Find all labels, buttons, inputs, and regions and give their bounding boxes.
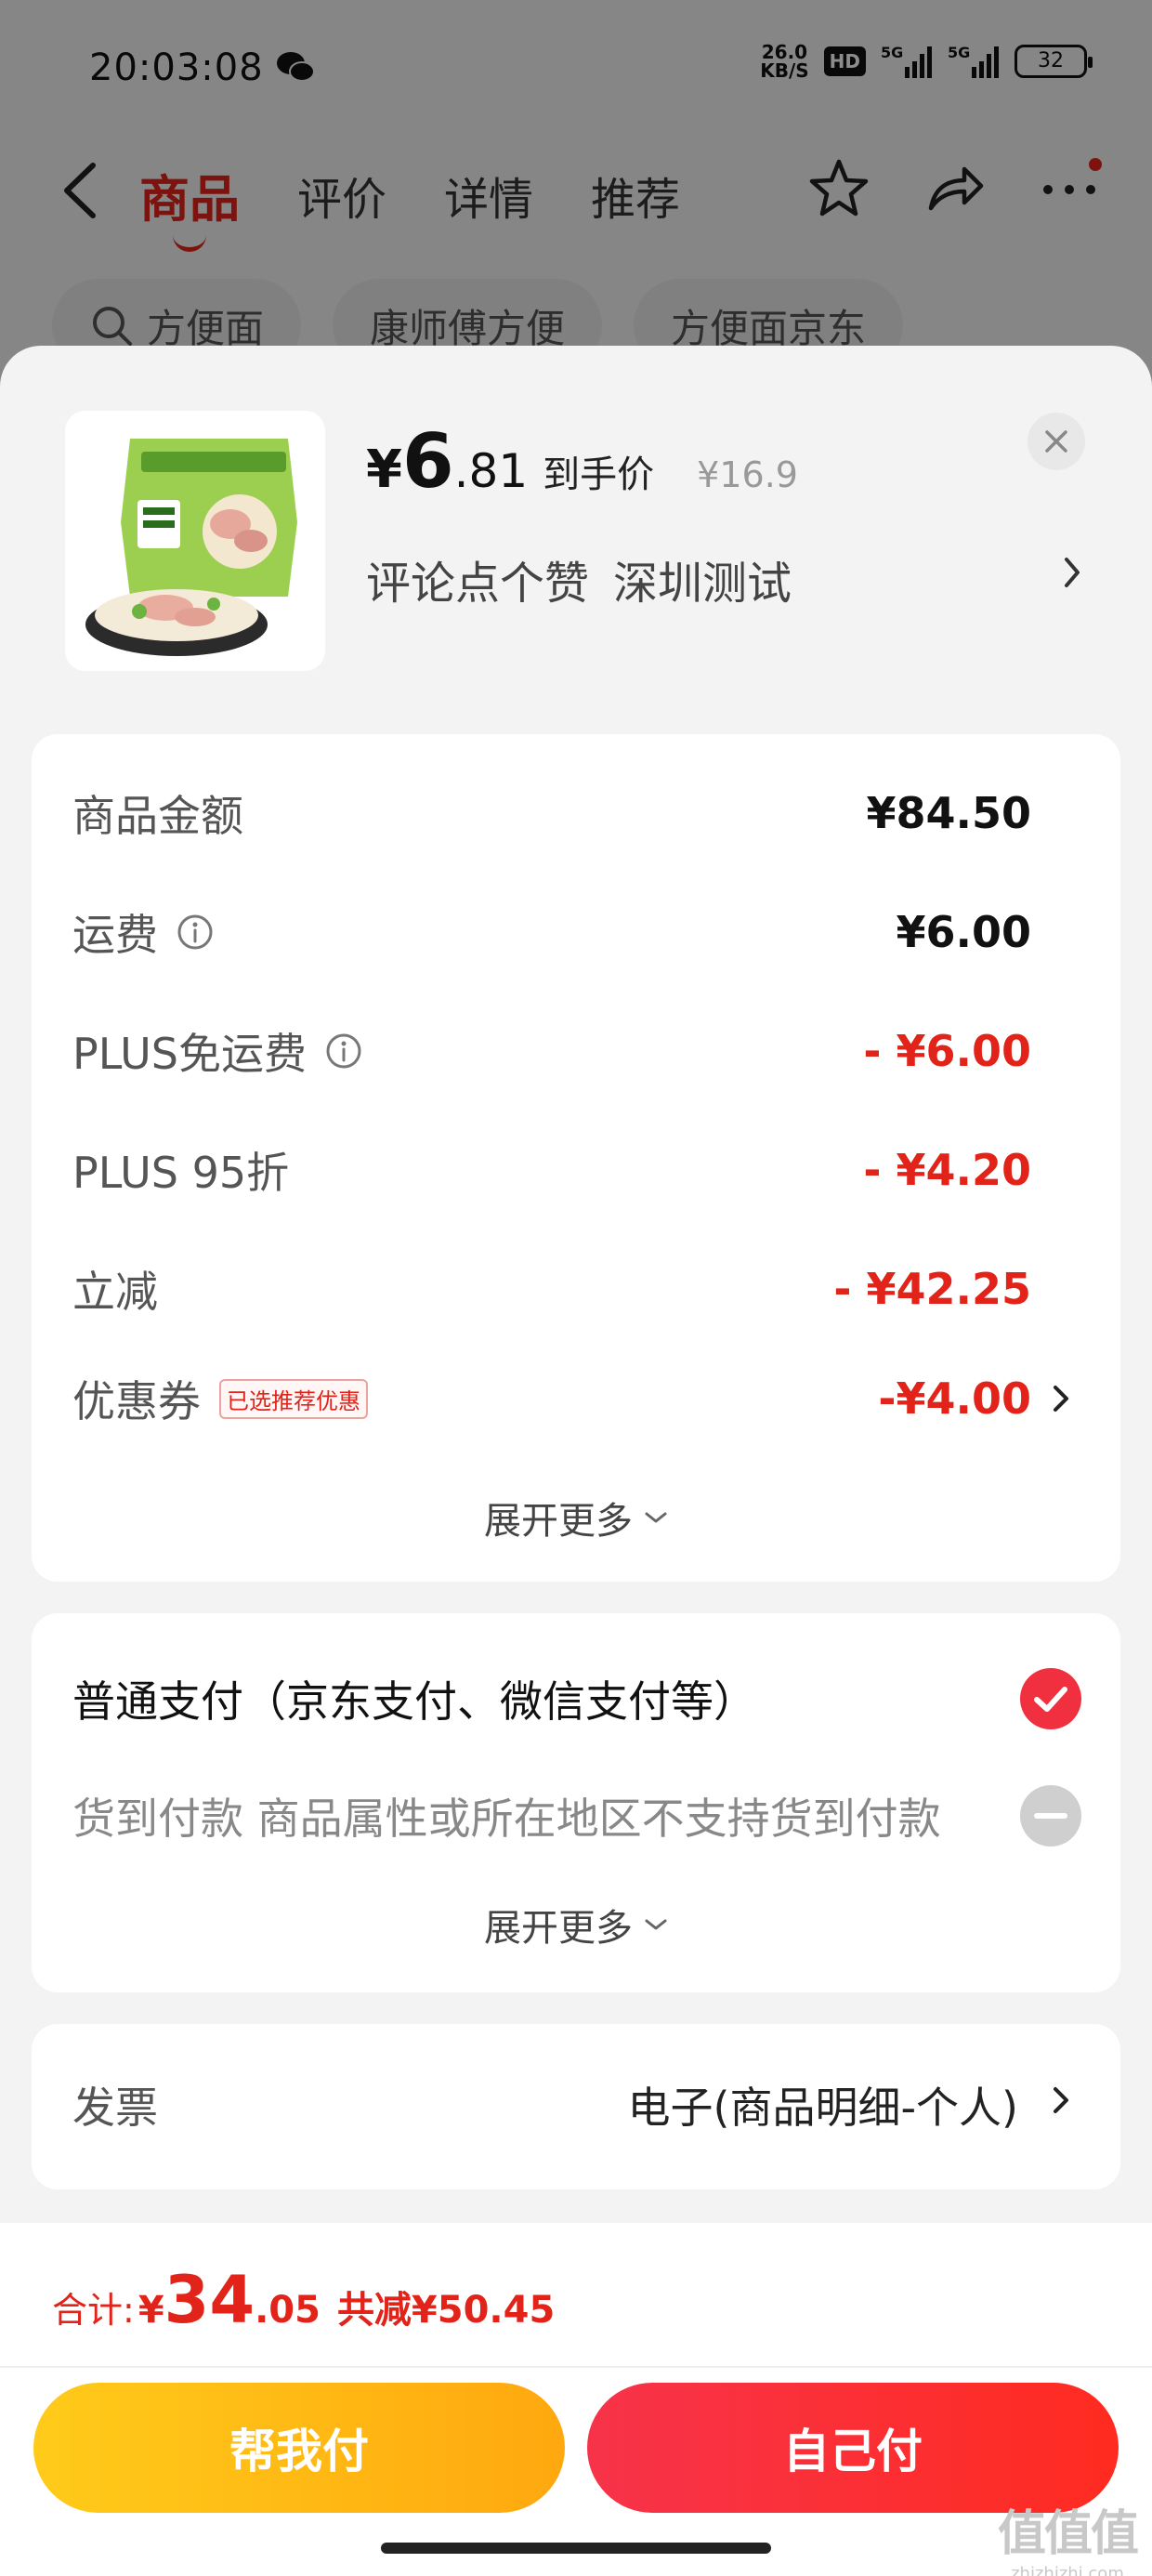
close-button[interactable] — [1028, 413, 1085, 470]
checked-circle-icon[interactable] — [1018, 1666, 1083, 1731]
noodle-pack-image — [65, 411, 325, 671]
payment-option-standard[interactable]: 普通支付（京东支付、微信支付等） — [72, 1662, 1083, 1736]
fee-label: PLUS 95折 — [72, 1139, 289, 1201]
fee-label: 商品金额 — [72, 782, 243, 844]
total-savings: 共减¥50.45 — [336, 2289, 556, 2332]
fee-label-text: 商品金额 — [72, 791, 243, 841]
fee-label: PLUS免运费 — [72, 1020, 362, 1082]
fee-label-text: PLUS免运费 — [72, 1029, 307, 1079]
fee-row-instant-discount: 立减 - ¥42.25 — [72, 1256, 1031, 1321]
fee-label-text: 运费 — [72, 910, 158, 960]
total-integer: 34 — [164, 2262, 255, 2338]
fee-label: 立减 — [72, 1258, 158, 1320]
watermark-logo-text: 值值值 — [997, 2506, 1139, 2562]
chevron-down-icon — [645, 1919, 667, 1930]
watermark-url: zhizhizhi.com — [1011, 2564, 1124, 2576]
fee-value: ¥84.50 — [866, 788, 1031, 838]
chevron-right-icon[interactable] — [1050, 2082, 1072, 2119]
fee-label: 优惠券 已选推荐优惠 — [72, 1368, 368, 1429]
price-integer: 6 — [401, 418, 454, 505]
expand-label: 展开更多 — [484, 1500, 633, 1543]
checkout-footer: 合计: ¥ 34 .05 共减¥50.45 帮我付 自己付 值值值 zhizhi… — [0, 2223, 1152, 2576]
close-icon — [1045, 430, 1067, 453]
disabled-circle-icon — [1020, 1785, 1081, 1847]
product-header: ¥6.81 到手价 ¥16.9 评论点个赞 深圳测试 — [0, 346, 1152, 717]
fee-label-text: PLUS 95折 — [72, 1148, 290, 1198]
divider — [0, 2366, 1152, 2368]
fee-value: ¥6.00 — [896, 907, 1031, 957]
expand-more-fees[interactable]: 展开更多 — [32, 1491, 1120, 1544]
chevron-down-icon — [645, 1512, 667, 1523]
fee-value: - ¥6.00 — [863, 1026, 1031, 1076]
product-thumbnail — [65, 411, 325, 671]
help-me-pay-button[interactable]: 帮我付 — [33, 2383, 565, 2513]
fee-row-plus-discount: PLUS 95折 - ¥4.20 — [72, 1137, 1031, 1203]
chevron-right-icon[interactable] — [1059, 552, 1085, 593]
total-currency: ¥ — [137, 2289, 164, 2332]
fee-row-plus-free-shipping: PLUS免运费 - ¥6.00 — [72, 1019, 1031, 1084]
total-line: 合计: ¥ 34 .05 共减¥50.45 — [52, 2262, 555, 2338]
price-decimal: .81 — [453, 444, 529, 498]
expand-more-payment[interactable]: 展开更多 — [32, 1898, 1120, 1952]
payment-method-card: 普通支付（京东支付、微信支付等） 货到付款 商品属性或所在地区不支持货到付款 展… — [32, 1613, 1120, 1992]
fee-value: - ¥4.20 — [863, 1145, 1031, 1195]
dim-overlay[interactable] — [0, 0, 1152, 390]
total-decimal: .05 — [255, 2289, 321, 2332]
watermark-logo: 值值值 zhizhizhi.com — [997, 2494, 1139, 2576]
info-icon[interactable] — [177, 913, 214, 951]
fee-row-coupon[interactable]: 优惠券 已选推荐优惠 -¥4.00 — [72, 1366, 1031, 1431]
fee-value: - ¥42.25 — [833, 1264, 1031, 1314]
fee-breakdown-card: 商品金额 ¥84.50 运费 ¥6.00 PLUS免运费 - ¥6.00 PLU… — [32, 734, 1120, 1582]
fee-row-goods-amount: 商品金额 ¥84.50 — [72, 781, 1031, 846]
fee-label-text: 立减 — [72, 1267, 158, 1317]
final-price: ¥6.81 — [366, 418, 528, 505]
info-icon[interactable] — [325, 1032, 362, 1070]
fee-row-shipping: 运费 ¥6.00 — [72, 900, 1031, 965]
payment-option-label: 普通支付（京东支付、微信支付等） — [72, 1676, 756, 1727]
fee-label: 运费 — [72, 901, 214, 963]
fee-value: -¥4.00 — [878, 1373, 1031, 1424]
invoice-value: 电子(商品明细-个人) — [627, 2083, 1019, 2133]
price-currency: ¥ — [366, 440, 402, 500]
home-indicator[interactable] — [381, 2543, 771, 2554]
spec-1: 评论点个赞 — [366, 558, 590, 610]
spec-2: 深圳测试 — [613, 558, 792, 610]
price-line: ¥6.81 到手价 ¥16.9 — [366, 418, 798, 505]
expand-label: 展开更多 — [484, 1907, 633, 1950]
price-tag: 到手价 — [543, 453, 655, 496]
chevron-right-icon[interactable] — [1050, 1380, 1072, 1417]
total-label: 合计: — [52, 2290, 135, 2331]
invoice-label: 发票 — [72, 2083, 158, 2133]
payment-option-cod: 货到付款 商品属性或所在地区不支持货到付款 — [72, 1779, 1083, 1853]
payment-option-label: 货到付款 商品属性或所在地区不支持货到付款 — [72, 1794, 941, 1844]
invoice-card[interactable]: 发票 电子(商品明细-个人) — [32, 2024, 1120, 2189]
spec-selector[interactable]: 评论点个赞 深圳测试 — [366, 546, 792, 611]
coupon-badge: 已选推荐优惠 — [219, 1378, 368, 1419]
original-price: ¥16.9 — [697, 454, 798, 495]
pay-myself-button[interactable]: 自己付 — [587, 2383, 1119, 2513]
fee-label-text: 优惠券 — [72, 1376, 201, 1426]
